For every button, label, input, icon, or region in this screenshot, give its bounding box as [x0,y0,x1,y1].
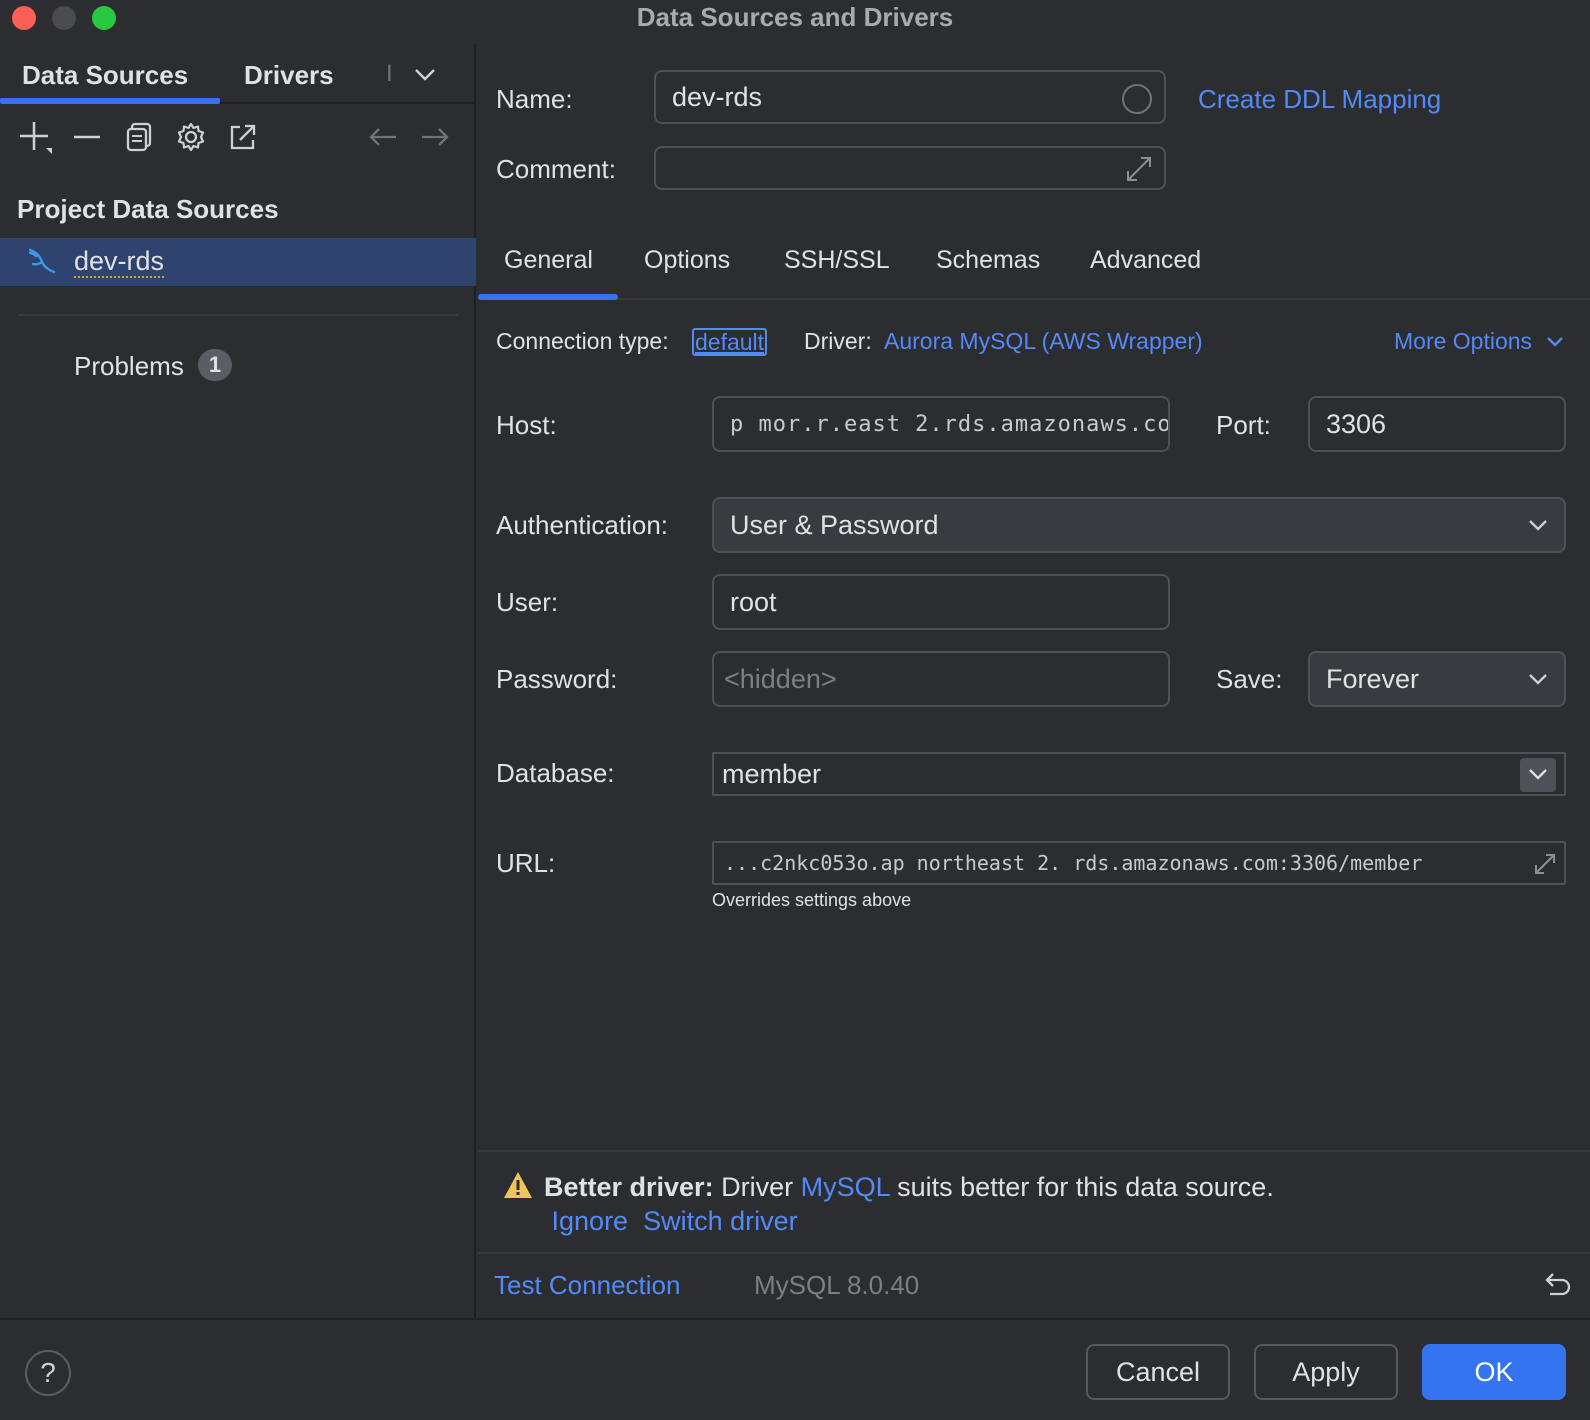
connection-type-label: Connection type: [496,328,669,354]
warning-title: Better driver [544,1172,705,1202]
driver-link[interactable]: Aurora MySQL (AWS Wrapper) [884,328,1203,355]
mysql-dolphin-icon [28,248,56,274]
data-sources-dialog: Data Sources and Drivers Data Sources Dr… [0,0,1590,1420]
back-arrow-icon[interactable] [366,120,400,154]
create-ddl-mapping-link[interactable]: Create DDL Mapping [1198,84,1441,115]
database-label: Database: [496,758,615,788]
expand-icon[interactable] [1124,154,1154,184]
remove-icon[interactable] [70,120,104,154]
name-label: Name: [496,84,573,114]
undo-icon[interactable] [1542,1270,1572,1300]
comment-label: Comment: [496,154,616,184]
warning-message: Better driver: Driver MySQL suits better… [544,1172,1274,1236]
left-toolbar [0,112,476,162]
ignore-link[interactable]: Ignore [552,1206,629,1236]
help-button[interactable]: ? [25,1350,71,1396]
tab-ssh-ssl[interactable]: SSH/SSL [784,246,890,275]
warning-text-before: Driver [721,1172,794,1202]
duplicate-icon[interactable] [122,120,156,154]
active-tab-indicator [478,294,618,300]
tab-drivers[interactable]: Drivers [244,60,334,91]
comment-input[interactable] [654,146,1166,190]
divider [18,314,458,316]
left-panel: Data Sources Drivers I Project Data Sour… [0,44,476,1318]
test-connection-link[interactable]: Test Connection [494,1270,680,1301]
url-value: ...c2nkc053o.ap northeast 2. rds.amazona… [724,851,1423,875]
authentication-value: User & Password [730,509,939,540]
gear-icon[interactable] [174,120,208,154]
save-value: Forever [1326,663,1420,694]
port-input[interactable]: 3306 [1308,396,1566,452]
authentication-label: Authentication: [496,510,669,540]
color-circle-icon[interactable] [1122,84,1152,114]
chevron-down-icon [1529,520,1547,531]
name-value: dev-rds [672,81,763,112]
password-label: Password: [496,664,618,694]
test-connection-row: Test Connection MySQL 8.0.40 [478,1256,1590,1318]
open-external-icon[interactable] [226,120,260,154]
more-options-link[interactable]: More Options [1394,328,1532,355]
warning-text-after: suits better for this data source. [897,1172,1274,1202]
password-placeholder: <hidden> [724,663,837,694]
driver-label: Driver: [804,328,872,354]
tab-advanced[interactable]: Advanced [1090,246,1201,275]
chevron-down-icon[interactable] [414,68,436,82]
tab-data-sources[interactable]: Data Sources [22,60,188,91]
chevron-down-icon [1529,769,1547,780]
data-source-item[interactable]: dev-rds [0,238,476,286]
save-label: Save: [1216,664,1283,694]
right-panel: Name: dev-rds Create DDL Mapping Comment… [478,44,1590,1318]
tab-schemas[interactable]: Schemas [936,246,1040,275]
host-value: p mor.r.east 2.rds.amazonaws.com [730,411,1170,437]
name-input[interactable]: dev-rds [654,70,1166,124]
problems-label[interactable]: Problems [74,351,184,382]
host-label: Host: [496,410,557,440]
server-version: MySQL 8.0.40 [754,1270,920,1300]
database-value: member [722,758,822,789]
better-driver-warning: Better driver: Driver MySQL suits better… [478,1150,1590,1254]
project-data-sources-heading: Project Data Sources [17,194,279,224]
tab-general[interactable]: General [504,246,593,275]
password-input[interactable]: <hidden> [712,651,1170,707]
active-tab-indicator [0,98,220,104]
database-dropdown-button[interactable] [1520,758,1556,792]
user-value: root [730,586,777,617]
url-label: URL: [496,848,556,878]
data-source-label: dev-rds [74,246,165,278]
ok-button[interactable]: OK [1422,1344,1566,1400]
user-input[interactable]: root [712,574,1170,630]
title-bar: Data Sources and Drivers [0,0,1590,44]
user-label: User: [496,587,559,617]
url-input[interactable]: ...c2nkc053o.ap northeast 2. rds.amazona… [712,841,1566,885]
authentication-select[interactable]: User & Password [712,497,1566,553]
cancel-button[interactable]: Cancel [1086,1344,1230,1400]
tab-options[interactable]: Options [644,246,730,275]
settings-tab-bar: General Options SSH/SSL Schemas Advanced [478,232,1590,300]
add-icon[interactable] [18,120,52,154]
dialog-footer: ? Cancel Apply OK [0,1318,1590,1420]
chevron-down-icon [1529,674,1547,685]
tab-overflow-truncated[interactable]: I [386,60,393,88]
window-title: Data Sources and Drivers [636,2,954,32]
problems-count-badge: 1 [198,349,232,381]
mysql-driver-link[interactable]: MySQL [801,1172,890,1202]
expand-icon[interactable] [1532,851,1558,877]
url-hint: Overrides settings above [712,890,912,910]
apply-button[interactable]: Apply [1254,1344,1398,1400]
forward-arrow-icon[interactable] [418,120,452,154]
save-select[interactable]: Forever [1308,651,1566,707]
switch-driver-link[interactable]: Switch driver [643,1206,798,1236]
database-input[interactable]: member [712,752,1566,796]
left-tab-bar: Data Sources Drivers I [0,44,476,104]
chevron-down-icon[interactable] [1546,336,1564,348]
port-value: 3306 [1326,408,1387,439]
host-input[interactable]: p mor.r.east 2.rds.amazonaws.com [712,396,1170,452]
port-label: Port: [1216,410,1271,440]
warning-icon [504,1172,532,1198]
connection-type-link[interactable]: default [692,328,768,356]
